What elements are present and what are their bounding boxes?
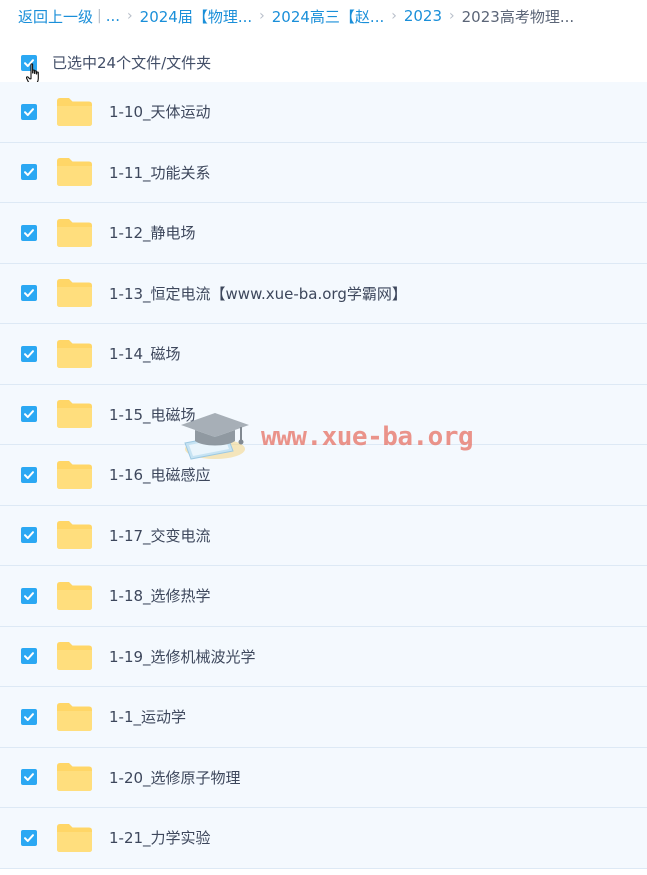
row-checkbox[interactable] <box>21 527 37 544</box>
file-name[interactable]: 1-20_选修原子物理 <box>109 767 241 788</box>
check-icon <box>24 652 34 661</box>
file-list: 1-10_天体运动 1-11_功能关系 1-12_静电场 1-13_恒定电流【www.… <box>0 82 647 869</box>
file-name[interactable]: 1-19_选修机械波光学 <box>109 646 256 667</box>
folder-icon <box>56 823 93 853</box>
check-icon <box>24 349 34 358</box>
check-icon <box>24 833 34 842</box>
row-checkbox[interactable] <box>21 829 37 846</box>
breadcrumb: 返回上一级 | ... › 2024届【物理... › 2024高三【赵... … <box>0 0 647 32</box>
file-row[interactable]: 1-18_选修热学 <box>0 566 647 627</box>
breadcrumb-item[interactable]: 2024高三【赵... <box>272 6 384 27</box>
file-name[interactable]: 1-1_运动学 <box>109 706 186 727</box>
breadcrumb-item[interactable]: 2024届【物理... <box>140 6 252 27</box>
check-icon <box>24 410 34 419</box>
breadcrumb-separator: › <box>127 8 133 24</box>
check-icon <box>24 289 34 298</box>
file-name[interactable]: 1-21_力学实验 <box>109 827 211 848</box>
row-checkbox[interactable] <box>21 466 37 483</box>
check-icon <box>24 591 34 600</box>
folder-icon <box>56 641 93 671</box>
file-name[interactable]: 1-12_静电场 <box>109 222 196 243</box>
check-icon <box>24 470 34 479</box>
file-row[interactable]: 1-1_运动学 <box>0 687 647 748</box>
file-row[interactable]: 1-13_恒定电流【www.xue-ba.org学霸网】 <box>0 263 647 324</box>
file-row[interactable]: 1-17_交变电流 <box>0 505 647 566</box>
selection-count-label: 已选中24个文件/文件夹 <box>52 53 212 72</box>
file-name[interactable]: 1-11_功能关系 <box>109 162 211 183</box>
folder-icon <box>56 762 93 792</box>
row-checkbox[interactable] <box>21 103 37 120</box>
folder-icon <box>56 278 93 308</box>
folder-icon <box>56 157 93 187</box>
row-checkbox[interactable] <box>21 769 37 786</box>
row-checkbox[interactable] <box>21 345 37 362</box>
file-name[interactable]: 1-14_磁场 <box>109 343 181 364</box>
file-row[interactable]: 1-19_选修机械波光学 <box>0 626 647 687</box>
row-checkbox[interactable] <box>21 164 37 181</box>
file-name[interactable]: 1-10_天体运动 <box>109 101 211 122</box>
row-checkbox[interactable] <box>21 587 37 604</box>
file-row[interactable]: 1-11_功能关系 <box>0 142 647 203</box>
row-checkbox[interactable] <box>21 224 37 241</box>
check-icon <box>24 107 34 116</box>
file-row[interactable]: 1-21_力学实验 <box>0 808 647 869</box>
row-checkbox[interactable] <box>21 648 37 665</box>
file-name[interactable]: 1-15_电磁场 <box>109 404 196 425</box>
row-checkbox[interactable] <box>21 406 37 423</box>
file-name[interactable]: 1-16_电磁感应 <box>109 464 211 485</box>
file-name[interactable]: 1-13_恒定电流【www.xue-ba.org学霸网】 <box>109 283 407 304</box>
row-checkbox[interactable] <box>21 708 37 725</box>
folder-icon <box>56 339 93 369</box>
check-icon <box>24 712 34 721</box>
breadcrumb-item[interactable]: 2023 <box>404 7 442 25</box>
check-icon <box>24 168 34 177</box>
folder-icon <box>56 702 93 732</box>
folder-icon <box>56 218 93 248</box>
file-name[interactable]: 1-17_交变电流 <box>109 525 211 546</box>
folder-icon <box>56 520 93 550</box>
row-checkbox[interactable] <box>21 285 37 302</box>
file-row[interactable]: 1-20_选修原子物理 <box>0 747 647 808</box>
file-name[interactable]: 1-18_选修热学 <box>109 585 211 606</box>
breadcrumb-divider: | <box>97 8 102 24</box>
file-row[interactable]: 1-10_天体运动 <box>0 82 647 143</box>
breadcrumb-ellipsis[interactable]: ... <box>106 7 120 25</box>
select-all-checkbox[interactable] <box>21 54 39 86</box>
folder-icon <box>56 399 93 429</box>
breadcrumb-current: 2023高考物理... <box>461 7 575 26</box>
file-row[interactable]: 1-14_磁场 <box>0 324 647 385</box>
breadcrumb-separator: › <box>449 8 455 24</box>
folder-icon <box>56 460 93 490</box>
folder-icon <box>56 97 93 127</box>
breadcrumb-separator: › <box>259 8 265 24</box>
file-row[interactable]: 1-15_电磁场 <box>0 384 647 445</box>
check-icon <box>24 531 34 540</box>
selection-bar: 已选中24个文件/文件夹 <box>0 42 647 86</box>
file-row[interactable]: 1-16_电磁感应 <box>0 445 647 506</box>
back-link[interactable]: 返回上一级 <box>18 6 93 27</box>
check-icon <box>24 228 34 237</box>
file-row[interactable]: 1-12_静电场 <box>0 203 647 264</box>
check-icon <box>24 773 34 782</box>
breadcrumb-separator: › <box>391 8 397 24</box>
folder-icon <box>56 581 93 611</box>
